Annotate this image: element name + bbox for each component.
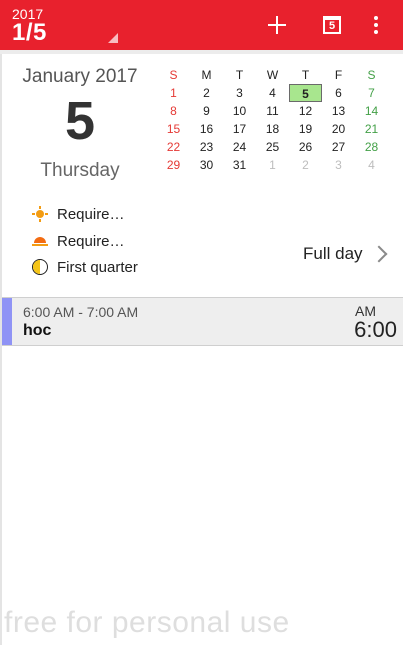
calendar-day[interactable]: 29 <box>157 156 190 174</box>
sun-icon <box>32 206 48 222</box>
calendar-day[interactable]: 2 <box>289 156 322 174</box>
moon-phase-text: First quarter <box>57 258 138 276</box>
calendar-day[interactable]: 23 <box>190 138 223 156</box>
watermark: free for personal use <box>4 606 290 639</box>
calendar-day[interactable]: 4 <box>355 156 388 174</box>
sun-ray <box>32 213 35 215</box>
weekday-header-sat: S <box>367 68 376 82</box>
more-vert-icon <box>374 16 378 20</box>
calendar-day[interactable]: 1 <box>256 156 289 174</box>
weekday-header-tue: T <box>235 68 244 82</box>
calendar-week-row: 29 30 31 1 2 3 4 <box>157 156 388 174</box>
calendar-week-row: 22 23 24 25 26 27 28 <box>157 138 388 156</box>
more-vert-dot <box>374 23 378 27</box>
weekday-header-fri: F <box>334 68 343 82</box>
dropdown-triangle-icon[interactable] <box>108 33 118 43</box>
day-number: 5 <box>64 91 96 151</box>
sun-ray <box>45 213 48 215</box>
full-day-button[interactable]: Full day <box>303 244 388 264</box>
more-options-button[interactable] <box>361 10 391 40</box>
calendar-day[interactable]: 14 <box>355 102 388 120</box>
sunset-horizon <box>32 244 48 246</box>
sunset-half-sun <box>34 237 46 243</box>
left-edge-divider <box>0 54 2 645</box>
full-day-label: Full day <box>303 244 363 263</box>
toolbar-date[interactable]: 1/5 <box>12 19 47 47</box>
weekday-header-thu: T <box>301 68 310 82</box>
sunset-icon <box>32 233 48 249</box>
calendar-day[interactable]: 2 <box>190 84 223 102</box>
moon-fill <box>33 260 40 274</box>
weekday-header-wed: W <box>266 68 279 82</box>
calendar-week-row: 8 9 10 11 12 13 14 <box>157 102 388 120</box>
calendar-day[interactable]: 18 <box>256 120 289 138</box>
calendar-day[interactable]: 27 <box>322 138 355 156</box>
calendar-day[interactable]: 7 <box>355 84 388 102</box>
selected-date-panel: January 2017 5 Thursday <box>10 66 150 182</box>
calendar-day[interactable]: 4 <box>256 84 289 102</box>
calendar-week-row: 15 16 17 18 19 20 21 <box>157 120 388 138</box>
calendar-day[interactable]: 13 <box>322 102 355 120</box>
sunset-row: Require… <box>32 231 125 251</box>
event-title: hoc <box>23 322 52 339</box>
sun-ray <box>39 219 41 222</box>
calendar-day[interactable]: 28 <box>355 138 388 156</box>
sunrise-text: Require… <box>57 205 125 223</box>
more-vert-dot <box>374 30 378 34</box>
moon-phase-row: First quarter <box>32 257 138 277</box>
top-app-bar: 2017 1/5 5 <box>0 0 403 50</box>
add-event-button[interactable] <box>263 10 293 40</box>
calendar-day[interactable]: 19 <box>289 120 322 138</box>
calendar-day[interactable]: 5 <box>289 84 322 102</box>
calendar-day[interactable]: 26 <box>289 138 322 156</box>
calendar-day[interactable]: 12 <box>289 102 322 120</box>
calendar-day[interactable]: 31 <box>223 156 256 174</box>
calendar-day[interactable]: 24 <box>223 138 256 156</box>
sun-ray <box>39 206 41 209</box>
calendar-day[interactable]: 1 <box>157 84 190 102</box>
today-button[interactable]: 5 <box>318 10 348 40</box>
event-time-range: 6:00 AM - 7:00 AM <box>23 304 139 320</box>
toolbar-divider <box>0 50 403 54</box>
sunrise-row: Require… <box>32 204 125 224</box>
chevron-right-icon <box>370 245 388 263</box>
calendar-today-icon: 5 <box>323 16 341 34</box>
calendar-day[interactable]: 17 <box>223 120 256 138</box>
calendar-day[interactable]: 21 <box>355 120 388 138</box>
event-item[interactable]: 6:00 AM - 7:00 AM hoc AM 6:00 <box>2 297 403 346</box>
weekday-header-sun: S <box>169 68 178 82</box>
calendar-day[interactable]: 10 <box>223 102 256 120</box>
calendar-day[interactable]: 9 <box>190 102 223 120</box>
calendar-day[interactable]: 30 <box>190 156 223 174</box>
calendar-day[interactable]: 16 <box>190 120 223 138</box>
moon-phase-icon <box>32 259 48 275</box>
calendar-day[interactable]: 20 <box>322 120 355 138</box>
calendar-day[interactable]: 3 <box>322 156 355 174</box>
weekday-label: Thursday <box>40 160 120 181</box>
calendar-day[interactable]: 25 <box>256 138 289 156</box>
month-year-label: January 2017 <box>22 66 138 87</box>
event-color-bar <box>2 298 12 345</box>
calendar-day[interactable]: 6 <box>322 84 355 102</box>
calendar-day[interactable]: 8 <box>157 102 190 120</box>
calendar-day[interactable]: 15 <box>157 120 190 138</box>
weekday-header-mon: M <box>201 68 212 82</box>
calendar-weeks: 1 2 3 4 5 6 7 8 9 10 11 12 13 14 15 16 17 18 19 20 21 22 23 24 2… <box>157 84 388 174</box>
event-start-time: 6:00 <box>354 317 397 342</box>
calendar-day[interactable]: 3 <box>223 84 256 102</box>
calendar-week-row: 1234567 <box>157 84 388 102</box>
calendar-weekday-header: S M T W T F S <box>157 66 388 84</box>
sun-core <box>36 210 44 218</box>
mini-calendar: S M T W T F S 1 2 3 4 5 6 7 8 9 10 11 12 13 14 15 16 17 1… <box>157 66 388 174</box>
calendar-day[interactable]: 11 <box>256 102 289 120</box>
sunset-text: Require… <box>57 232 125 250</box>
calendar-day[interactable]: 22 <box>157 138 190 156</box>
